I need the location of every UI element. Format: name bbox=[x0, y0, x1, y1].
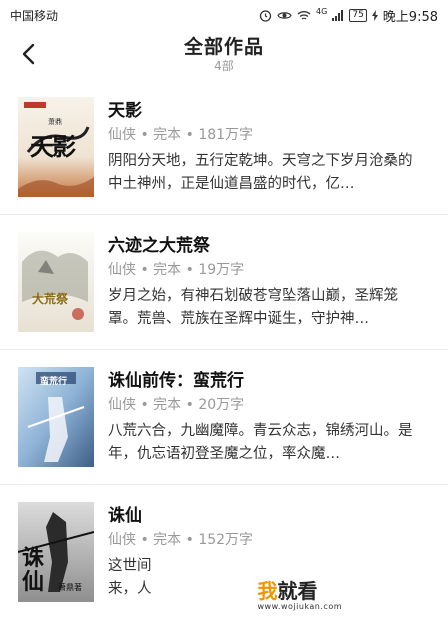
battery-indicator: 75 bbox=[349, 8, 367, 22]
book-item-dahuangji[interactable]: 大荒祭 六迹之大荒祭 仙侠 • 完本 • 19万字 岁月之始，有神石划破苍穹坠落… bbox=[0, 215, 448, 350]
book-item-zhuxian[interactable]: 诛仙 萧鼎著 诛仙 仙侠 • 完本 • 152万字 这世间 来，人 bbox=[0, 485, 448, 620]
book-title: 诛仙前传：蛮荒行 bbox=[108, 371, 244, 391]
cover-author: 萧鼎著 bbox=[58, 583, 82, 592]
book-cover: 大荒祭 bbox=[18, 232, 94, 332]
book-title: 六迹之大荒祭 bbox=[108, 236, 210, 256]
cover-title: 诛仙 bbox=[22, 545, 45, 595]
book-item-tianying[interactable]: 天影 萧鼎 天影 仙侠 • 完本 • 181万字 阴阳分天地，五行定乾坤。天穹之… bbox=[0, 80, 448, 215]
book-title: 诛仙 bbox=[108, 506, 142, 526]
site-watermark: 我就看 www.wojiukan.com bbox=[251, 578, 348, 613]
eye-icon bbox=[277, 10, 292, 21]
book-description: 八荒六合，九幽魔障。青云众志，锦绣河山。是年，仇忘语初登圣魔之位，率众魔… bbox=[108, 423, 413, 462]
works-count: 4部 bbox=[214, 59, 234, 73]
signal-icon bbox=[332, 9, 344, 21]
watermark-url: www.wojiukan.com bbox=[257, 602, 342, 611]
book-description: 岁月之始，有神石划破苍穹坠落山巅，圣辉笼罩。荒兽、荒族在圣辉中诞生，守护神… bbox=[108, 288, 398, 327]
cover-title: 天影 bbox=[30, 132, 76, 161]
book-meta: 仙侠 • 完本 • 152万字 bbox=[108, 532, 254, 548]
book-meta: 仙侠 • 完本 • 181万字 bbox=[108, 127, 254, 143]
cover-title: 大荒祭 bbox=[32, 292, 69, 306]
carrier-label: 中国移动 bbox=[10, 8, 59, 23]
cover-author: 萧鼎 bbox=[48, 118, 62, 126]
status-bar: 中国移动 4G 75 晚上9:58 bbox=[0, 0, 448, 30]
status-icons: 4G 75 晚上9:58 bbox=[259, 6, 438, 25]
watermark-logo-rest: 就看 bbox=[277, 579, 318, 603]
book-description: 阴阳分天地，五行定乾坤。天穹之下岁月沧桑的中土神州，正是仙道昌盛的时代，亿… bbox=[108, 153, 413, 192]
book-list: 天影 萧鼎 天影 仙侠 • 完本 • 181万字 阴阳分天地，五行定乾坤。天穹之… bbox=[0, 80, 448, 620]
clock-label: 晚上9:58 bbox=[382, 9, 438, 25]
book-cover: 诛仙 萧鼎著 bbox=[18, 502, 94, 602]
alarm-icon bbox=[259, 9, 272, 22]
watermark-logo-accent: 我 bbox=[257, 579, 278, 603]
cover-title: 蛮荒行 bbox=[40, 377, 68, 387]
book-title: 天影 bbox=[108, 101, 142, 121]
page-title: 全部作品 bbox=[183, 36, 264, 58]
wifi-icon bbox=[297, 10, 311, 21]
book-meta: 仙侠 • 完本 • 20万字 bbox=[108, 397, 245, 413]
watermark-logo: 我就看 bbox=[258, 580, 318, 602]
book-meta: 仙侠 • 完本 • 19万字 bbox=[108, 262, 245, 278]
book-cover: 蛮荒行 bbox=[18, 367, 94, 467]
charging-icon bbox=[371, 9, 378, 21]
book-cover: 天影 萧鼎 bbox=[18, 97, 94, 197]
nav-bar: 全部作品 4部 bbox=[0, 30, 448, 80]
book-item-manhuangxing[interactable]: 蛮荒行 诛仙前传：蛮荒行 仙侠 • 完本 • 20万字 八荒六合，九幽魔障。青云… bbox=[0, 350, 448, 485]
network-type-label: 4G bbox=[316, 6, 328, 16]
